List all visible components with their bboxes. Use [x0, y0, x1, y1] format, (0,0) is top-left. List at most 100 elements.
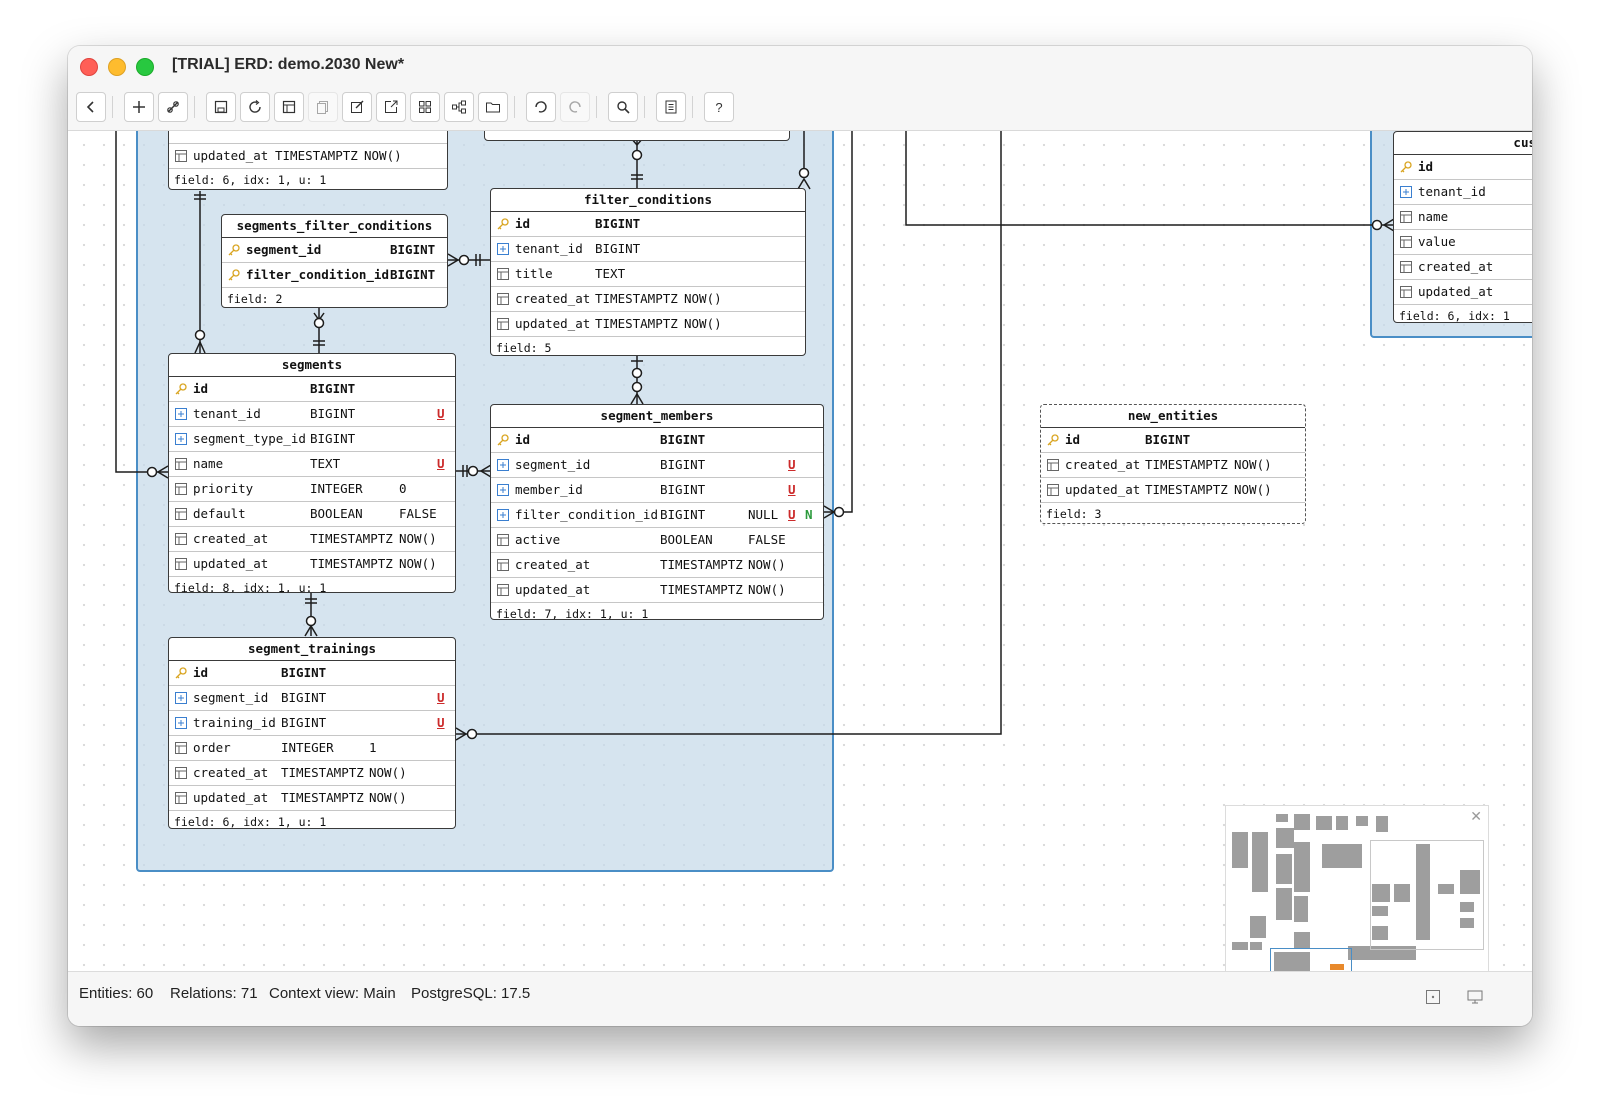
- notes-button[interactable]: [656, 92, 686, 122]
- primary-key-icon: [497, 218, 509, 230]
- entity-footer: field: 2: [227, 292, 283, 306]
- column-icon: [1047, 459, 1059, 471]
- redo-button[interactable]: [560, 92, 590, 122]
- refresh-button[interactable]: [240, 92, 270, 122]
- add-relation-button[interactable]: [158, 92, 188, 122]
- entity-new-entities[interactable]: new_entities id BIGINT created_at TIMEST…: [1040, 404, 1306, 524]
- column-row[interactable]: updated_at TIMESTAMPTZ NOW(): [1041, 478, 1305, 503]
- column-row[interactable]: name: [1394, 205, 1532, 230]
- column-row[interactable]: updated_at TIMESTAMPTZ NOW(): [491, 312, 805, 337]
- open-folder-button[interactable]: [478, 92, 508, 122]
- column-row[interactable]: id BIGINT: [169, 661, 455, 686]
- column-row[interactable]: id BIGINT: [169, 377, 455, 402]
- minimize-window-button[interactable]: [108, 58, 126, 76]
- search-icon: [617, 101, 630, 114]
- diagram-canvas[interactable]: updated_at TIMESTAMPTZ NOW() field: 6, i…: [68, 131, 1532, 971]
- copy-button[interactable]: [308, 92, 338, 122]
- grid-button[interactable]: [410, 92, 440, 122]
- column-default: NOW(): [369, 765, 407, 780]
- column-row[interactable]: created_at TIMESTAMPTZ NOW(): [491, 553, 823, 578]
- column-row[interactable]: tenant_id BIGINT: [491, 237, 805, 262]
- column-icon: [497, 534, 509, 546]
- column-row[interactable]: training_id BIGINT U: [169, 711, 455, 736]
- column-row[interactable]: segment_id BIGINT U: [169, 686, 455, 711]
- column-row[interactable]: tenant_id BIGINT U: [169, 402, 455, 427]
- column-name: segment_id: [193, 690, 269, 705]
- column-name: id: [193, 381, 209, 396]
- column-type: BIGINT: [660, 482, 706, 497]
- column-row[interactable]: created_at TIMESTAMPTZ NOW(): [169, 761, 455, 786]
- column-name: tenant_id: [1418, 184, 1486, 199]
- entity-partial-top-middle[interactable]: [484, 131, 790, 141]
- column-name: order: [193, 740, 231, 755]
- column-name: updated_at: [515, 582, 591, 597]
- column-row[interactable]: title TEXT: [491, 262, 805, 287]
- entity-segments[interactable]: segments id BIGINT tenant_id BIGINT U se…: [168, 353, 456, 593]
- export-button[interactable]: [376, 92, 406, 122]
- column-name: created_at: [1065, 457, 1141, 472]
- column-row[interactable]: created_at TIMESTAMPTZ NOW(): [1041, 453, 1305, 478]
- save-button[interactable]: [206, 92, 236, 122]
- search-button[interactable]: [608, 92, 638, 122]
- column-row[interactable]: default BOOLEAN FALSE: [169, 502, 455, 527]
- column-row[interactable]: created_at: [1394, 255, 1532, 280]
- column-row[interactable]: id BIGINT: [1041, 428, 1305, 453]
- column-row[interactable]: id: [1394, 155, 1532, 180]
- erd-window: [TRIAL] ERD: demo.2030 New* ? updated_at…: [68, 46, 1532, 1026]
- unique-marker: U: [437, 715, 445, 730]
- column-icon: [175, 458, 187, 470]
- column-row[interactable]: filter_condition_id BIGINT: [222, 263, 447, 288]
- grid-toggle-icon[interactable]: [1424, 988, 1442, 1006]
- column-type: BIGINT: [595, 241, 641, 256]
- column-row[interactable]: [169, 131, 447, 144]
- column-row[interactable]: id BIGINT: [491, 428, 823, 453]
- column-row[interactable]: member_id BIGINT U: [491, 478, 823, 503]
- column-row[interactable]: name TEXT U: [169, 452, 455, 477]
- entity-segments-filter-conditions[interactable]: segments_filter_conditions segment_id BI…: [221, 214, 448, 308]
- column-row[interactable]: updated_at: [1394, 280, 1532, 305]
- close-window-button[interactable]: [80, 58, 98, 76]
- help-button[interactable]: ?: [704, 92, 734, 122]
- column-icon: [175, 767, 187, 779]
- graph-button[interactable]: [444, 92, 474, 122]
- column-icon: [1047, 484, 1059, 496]
- add-entity-button[interactable]: [124, 92, 154, 122]
- column-row[interactable]: segment_id BIGINT: [222, 238, 447, 263]
- column-row[interactable]: order INTEGER 1: [169, 736, 455, 761]
- column-row[interactable]: updated_at TIMESTAMPTZ NOW(): [169, 786, 455, 811]
- column-row[interactable]: priority INTEGER 0: [169, 477, 455, 502]
- column-row[interactable]: active BOOLEAN FALSE: [491, 528, 823, 553]
- column-row[interactable]: tenant_id: [1394, 180, 1532, 205]
- column-row[interactable]: id BIGINT: [491, 212, 805, 237]
- column-row[interactable]: updated_at TIMESTAMPTZ NOW(): [169, 552, 455, 577]
- edit-button[interactable]: [342, 92, 372, 122]
- column-row[interactable]: updated_at TIMESTAMPTZ NOW(): [169, 144, 447, 169]
- entity-segment-members[interactable]: segment_members id BIGINT segment_id BIG…: [490, 404, 824, 620]
- column-default: NOW(): [1234, 457, 1272, 472]
- zoom-window-button[interactable]: [136, 58, 154, 76]
- save-icon: [214, 100, 228, 114]
- minimap[interactable]: ✕: [1225, 805, 1489, 971]
- entity-cus-partial[interactable]: cus id tenant_id name value created_at: [1393, 131, 1532, 323]
- close-icon[interactable]: ✕: [1470, 808, 1482, 825]
- column-default: NOW(): [364, 148, 402, 163]
- minimap-viewport[interactable]: [1270, 948, 1352, 971]
- monitor-icon[interactable]: [1466, 988, 1484, 1006]
- entity-partial-top[interactable]: updated_at TIMESTAMPTZ NOW() field: 6, i…: [168, 131, 448, 190]
- column-row[interactable]: value: [1394, 230, 1532, 255]
- entity-title: cus: [1394, 132, 1532, 155]
- entity-footer: field: 6, idx: 1, u: 1: [174, 815, 327, 829]
- column-row[interactable]: segment_id BIGINT U: [491, 453, 823, 478]
- column-row[interactable]: filter_condition_id BIGINT NULL U N: [491, 503, 823, 528]
- back-button[interactable]: [76, 92, 106, 122]
- column-name: filter_condition_id: [246, 267, 389, 282]
- column-row[interactable]: segment_type_id BIGINT: [169, 427, 455, 452]
- undo-button[interactable]: [526, 92, 556, 122]
- column-row[interactable]: updated_at TIMESTAMPTZ NOW(): [491, 578, 823, 603]
- layout-button[interactable]: [274, 92, 304, 122]
- column-row[interactable]: created_at TIMESTAMPTZ NOW(): [169, 527, 455, 552]
- entity-filter-conditions[interactable]: filter_conditions id BIGINT tenant_id BI…: [490, 188, 806, 356]
- column-row[interactable]: created_at TIMESTAMPTZ NOW(): [491, 287, 805, 312]
- unique-marker: U: [788, 507, 796, 522]
- entity-segment-trainings[interactable]: segment_trainings id BIGINT segment_id B…: [168, 637, 456, 829]
